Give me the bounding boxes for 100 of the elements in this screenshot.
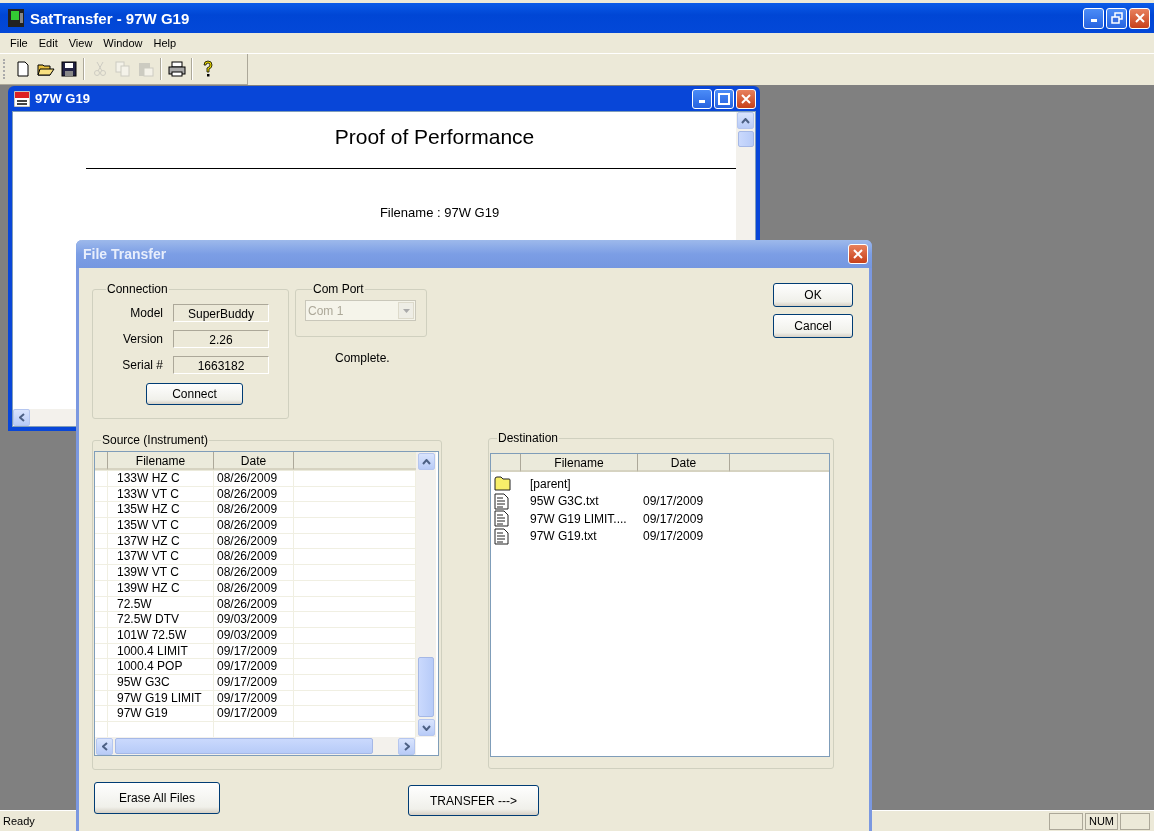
- column-header[interactable]: Filename: [108, 452, 214, 470]
- minimize-button[interactable]: [1083, 7, 1104, 29]
- readonly-field: 2.26: [173, 330, 269, 348]
- restore-button[interactable]: [1106, 7, 1127, 29]
- dialog-title: File Transfer: [83, 246, 168, 262]
- table-cell: 08/26/2009: [214, 580, 294, 596]
- app-icon: [8, 9, 24, 27]
- list-row[interactable]: 1000.4 POP 09/17/2009: [95, 659, 416, 675]
- table-cell: 139W HZ C: [108, 580, 214, 596]
- list-row[interactable]: 72.5W DTV 09/03/2009: [95, 612, 416, 628]
- document-icon: [14, 90, 30, 107]
- menu-item[interactable]: File: [6, 37, 35, 49]
- table-cell: 08/26/2009: [214, 486, 294, 502]
- text-file-icon: [494, 527, 509, 545]
- menu-item[interactable]: Help: [149, 37, 184, 49]
- list-row[interactable]: 139W VT C 08/26/2009: [95, 565, 416, 581]
- printer-icon[interactable]: [165, 58, 188, 80]
- list-row[interactable]: 137W HZ C 08/26/2009: [95, 533, 416, 550]
- list-row[interactable]: 133W VT C 08/26/2009: [95, 486, 416, 503]
- readonly-field: 1663182: [173, 356, 269, 374]
- scroll-thumb[interactable]: [737, 131, 754, 147]
- list-row[interactable]: 95W G3C 09/17/2009: [95, 674, 416, 691]
- vertical-scrollbar[interactable]: [416, 452, 436, 737]
- text-file-icon: [494, 492, 509, 510]
- list-row[interactable]: 72.5W 08/26/2009: [95, 596, 416, 613]
- close-button[interactable]: [1129, 7, 1150, 29]
- list-row[interactable]: 139W HZ C 08/26/2009: [95, 580, 416, 597]
- transfer-status: Complete.: [335, 351, 391, 365]
- maximize-button[interactable]: [714, 88, 734, 109]
- list-row[interactable]: [parent]: [491, 475, 829, 493]
- close-button[interactable]: [848, 244, 868, 264]
- table-cell: 1000.4 POP: [108, 659, 214, 674]
- document-title: 97W G19: [35, 91, 91, 106]
- erase-all-files-button[interactable]: Erase All Files: [94, 782, 220, 814]
- table-cell-text: 97W G19.txt: [529, 529, 598, 544]
- field-label: Model: [129, 306, 163, 320]
- table-cell-text: [parent]: [529, 476, 572, 491]
- text-file-icon: [494, 510, 509, 528]
- table-cell: 97W G19 LIMIT: [108, 690, 214, 706]
- table-cell: 08/26/2009: [214, 565, 294, 580]
- table-cell: 08/26/2009: [214, 549, 294, 565]
- list-row[interactable]: 1000.4 LIMIT 09/17/2009: [95, 643, 416, 660]
- column-header[interactable]: Filename: [521, 454, 638, 472]
- table-cell: 09/03/2009: [214, 612, 294, 627]
- list-row[interactable]: 135W HZ C 08/26/2009: [95, 502, 416, 519]
- filename-line: Filename : 97W G19: [378, 205, 501, 220]
- field-label: Serial #: [121, 358, 163, 372]
- table-cell: 137W VT C: [108, 549, 214, 565]
- table-cell: 137W HZ C: [108, 533, 214, 549]
- table-cell: 08/26/2009: [214, 533, 294, 549]
- list-row[interactable]: 137W VT C 08/26/2009: [95, 549, 416, 566]
- num-lock-indicator: NUM: [1084, 812, 1118, 830]
- list-row[interactable]: 101W 72.5W 09/03/2009: [95, 627, 416, 644]
- list-row[interactable]: 135W VT C 08/26/2009: [95, 518, 416, 534]
- maximize-icon: [718, 92, 730, 105]
- status-pane: [1120, 812, 1150, 830]
- scroll-thumb[interactable]: [418, 657, 434, 717]
- table-cell: 08/26/2009: [214, 596, 294, 612]
- table-cell-text: 95W G3C.txt: [529, 494, 600, 509]
- table-cell: 133W HZ C: [108, 471, 214, 486]
- folder-icon: [494, 476, 511, 492]
- status-text: Ready: [2, 815, 36, 827]
- ok-button[interactable]: OK: [773, 283, 853, 307]
- table-cell: 135W VT C: [108, 518, 214, 533]
- table-cell: 95W G3C: [108, 674, 214, 690]
- transfer-button[interactable]: TRANSFER --->: [408, 785, 539, 816]
- menu-item[interactable]: View: [64, 37, 100, 49]
- column-header[interactable]: Date: [638, 454, 730, 472]
- table-cell: 72.5W: [108, 596, 214, 612]
- table-cell: 08/26/2009: [214, 502, 294, 518]
- list-row[interactable]: 97W G19 LIMIT 09/17/2009: [95, 690, 416, 707]
- list-row[interactable]: 95W G3C.txt 09/17/2009: [491, 492, 829, 510]
- table-cell: 09/17/2009: [214, 706, 294, 721]
- list-row[interactable]: 133W HZ C 08/26/2009: [95, 471, 416, 487]
- horizontal-scrollbar[interactable]: [95, 737, 416, 755]
- minimize-button[interactable]: [692, 88, 712, 109]
- scroll-thumb[interactable]: [115, 738, 373, 754]
- list-row[interactable]: 97W G19 09/17/2009: [95, 706, 416, 722]
- field-label: Version: [121, 332, 163, 346]
- column-header[interactable]: Date: [214, 452, 294, 470]
- menu-item[interactable]: Edit: [34, 37, 65, 49]
- status-pane: [1048, 812, 1083, 830]
- group-label: Source (Instrument): [101, 433, 210, 447]
- close-button[interactable]: [736, 88, 756, 109]
- table-cell: 09/17/2009: [214, 659, 294, 674]
- menu-item[interactable]: Window: [99, 37, 150, 49]
- table-cell: 133W VT C: [108, 486, 214, 502]
- group-label: Destination: [497, 431, 560, 445]
- restore-icon: [1110, 12, 1123, 24]
- list-row[interactable]: 97W G19 LIMIT.... 09/17/2009: [491, 510, 829, 528]
- table-cell: 135W HZ C: [108, 502, 214, 518]
- list-row[interactable]: 97W G19.txt 09/17/2009: [491, 527, 829, 545]
- table-cell-text: 09/17/2009: [643, 511, 705, 526]
- connect-button[interactable]: Connect: [146, 383, 243, 405]
- group-label: Connection: [106, 282, 169, 296]
- cancel-button[interactable]: Cancel: [773, 314, 853, 338]
- table-cell-text: 09/17/2009: [643, 529, 705, 544]
- table-cell-text: 97W G19 LIMIT....: [529, 511, 628, 526]
- report-heading: Proof of Performance: [333, 125, 536, 149]
- table-cell: 72.5W DTV: [108, 612, 214, 627]
